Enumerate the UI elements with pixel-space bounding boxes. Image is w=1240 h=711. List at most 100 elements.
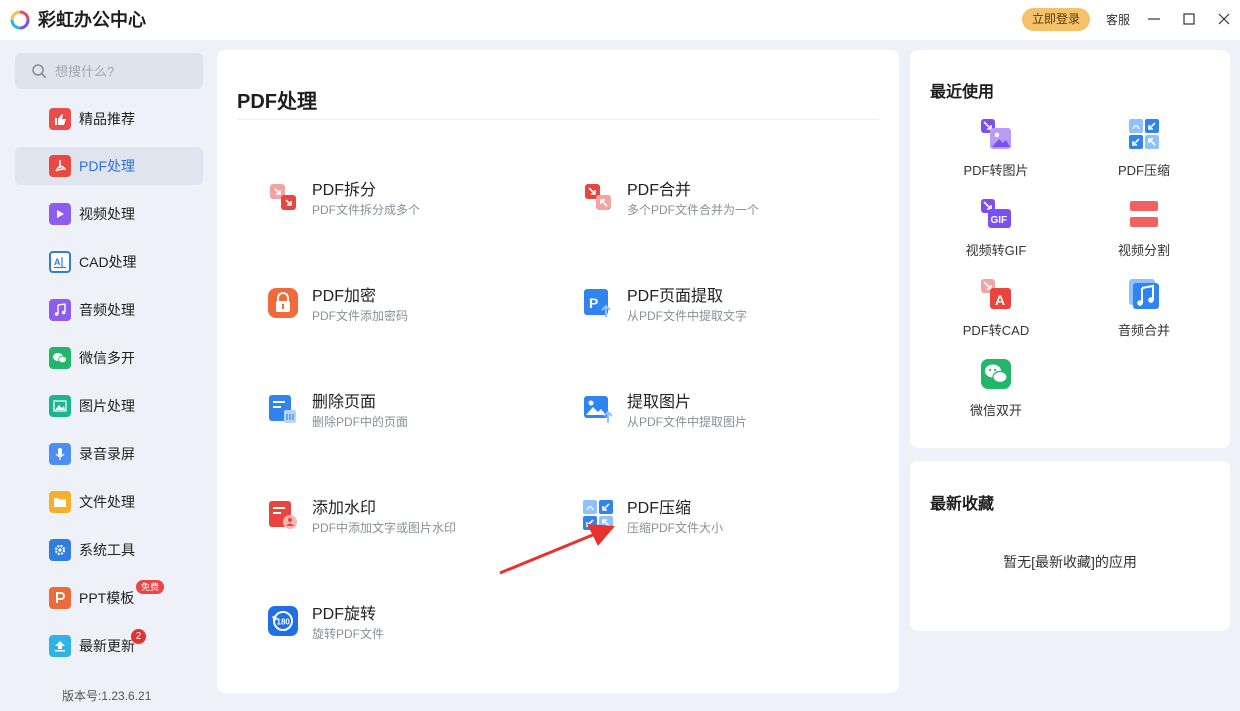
tool-pdf-merge[interactable]: PDF合并 多个PDF文件合并为一个	[582, 176, 872, 226]
watermark-icon	[269, 501, 297, 529]
tool-desc: 从PDF文件中提取文字	[627, 309, 748, 323]
close-icon[interactable]	[1215, 10, 1233, 28]
tool-name: PDF压缩	[627, 500, 692, 517]
tool-extract-image[interactable]: 提取图片 从PDF文件中提取图片	[582, 388, 872, 438]
pdf-to-image-icon	[981, 119, 1011, 149]
free-badge: 免费	[136, 580, 165, 594]
delete-page-icon	[269, 395, 296, 423]
tool-desc: PDF文件添加密码	[312, 309, 409, 323]
wechat-icon	[981, 359, 1011, 389]
sidebar-item-recording[interactable]: 录音录屏	[15, 435, 203, 473]
tool-name: 删除页面	[312, 394, 377, 411]
tool-pdf-split[interactable]: PDF拆分 PDF文件拆分成多个	[267, 176, 557, 226]
music-icon	[49, 299, 71, 321]
upload-icon	[49, 635, 71, 657]
favorites-empty-text: 暂无[最新收藏]的应用	[1003, 554, 1137, 570]
recent-item-audio-merge[interactable]: 音频合并	[1084, 278, 1204, 340]
sidebar-item-label: 视频处理	[79, 206, 135, 222]
recent-panel: 最近使用 PDF转图片 PDF压缩 GIF 视频转GIF 视频分割 A PDF转…	[910, 50, 1230, 448]
red-arrow-annotation	[499, 524, 615, 575]
sidebar-item-label: 微信多开	[79, 350, 135, 366]
sidebar-item-label: 文件处理	[79, 494, 135, 510]
compress-icon	[1129, 119, 1159, 149]
tool-delete-page[interactable]: 删除页面 删除PDF中的页面	[267, 388, 557, 438]
tool-desc: 旋转PDF文件	[312, 627, 385, 641]
sidebar-item-updates[interactable]: 最新更新 2	[15, 627, 203, 665]
tool-name: PDF页面提取	[627, 288, 724, 305]
tool-name: PDF拆分	[312, 182, 377, 199]
recent-item-label: 视频转GIF	[965, 243, 1027, 258]
recent-item-label: 音频合并	[1117, 323, 1170, 338]
recent-item-wechat-dual[interactable]: 微信双开	[936, 358, 1056, 420]
maximize-icon[interactable]	[1180, 10, 1198, 28]
sidebar-item-recommended[interactable]: 精品推荐	[15, 100, 203, 138]
page-title: PDF处理	[237, 91, 317, 113]
sidebar-item-video[interactable]: 视频处理	[15, 195, 203, 233]
tool-name: PDF合并	[627, 182, 692, 199]
thumbs-up-icon	[49, 108, 71, 130]
customer-service-link[interactable]: 客服	[1106, 11, 1130, 28]
sidebar-item-audio[interactable]: 音频处理	[15, 291, 203, 329]
tool-pdf-page-extract[interactable]: P PDF页面提取 从PDF文件中提取文字	[582, 282, 872, 332]
sidebar-item-label: CAD处理	[79, 254, 137, 270]
sidebar-item-image[interactable]: 图片处理	[15, 387, 203, 425]
recent-item-pdf-compress[interactable]: PDF压缩	[1084, 118, 1204, 180]
tool-name: 提取图片	[627, 394, 692, 411]
image-icon	[49, 395, 71, 417]
search-input[interactable]	[55, 63, 195, 79]
sidebar-item-label: PPT模板	[79, 590, 135, 606]
svg-text:A: A	[54, 257, 61, 267]
page-extract-icon: P	[584, 289, 611, 317]
favorites-panel: 最新收藏 暂无[最新收藏]的应用	[910, 461, 1230, 631]
pdf-split-icon	[270, 184, 296, 210]
music-icon	[1129, 279, 1159, 309]
tool-name: PDF加密	[312, 288, 377, 305]
favorites-title: 最新收藏	[930, 496, 995, 513]
sidebar: 精品推荐 PDF处理 视频处理 A CAD处理 音频处理 微信多开 图片处理	[0, 40, 214, 711]
sidebar-item-system-tools[interactable]: 系统工具	[15, 531, 203, 569]
sidebar-item-wechat[interactable]: 微信多开	[15, 339, 203, 377]
rainbow-logo-icon	[10, 10, 30, 30]
login-button[interactable]: 立即登录	[1022, 8, 1090, 31]
sidebar-item-label: 图片处理	[79, 398, 135, 414]
search-box[interactable]	[15, 53, 203, 89]
gif-icon: GIF	[981, 199, 1011, 228]
sidebar-item-label: 精品推荐	[79, 111, 135, 127]
recent-item-video-to-gif[interactable]: GIF 视频转GIF	[936, 198, 1056, 260]
pdf-icon	[49, 155, 71, 177]
microphone-icon	[49, 443, 71, 465]
wechat-icon	[49, 347, 71, 369]
main-panel: PDF处理 PDF拆分 PDF文件拆分成多个 PDF合并 多个PDF文件合并为一…	[217, 50, 899, 693]
svg-text:P: P	[589, 295, 598, 311]
sidebar-item-label: 音频处理	[79, 302, 135, 318]
extract-image-icon	[584, 396, 613, 423]
pdf-to-cad-icon: A	[981, 279, 1011, 309]
ppt-icon	[49, 587, 71, 609]
sidebar-item-pdf[interactable]: PDF处理	[15, 147, 203, 185]
recent-item-video-split[interactable]: 视频分割	[1084, 198, 1204, 260]
svg-text:180: 180	[277, 618, 291, 627]
recent-item-pdf-to-cad[interactable]: A PDF转CAD	[936, 278, 1056, 340]
tool-desc: 压缩PDF文件大小	[627, 521, 724, 535]
minimize-icon[interactable]	[1145, 10, 1163, 28]
tool-pdf-compress[interactable]: PDF压缩 压缩PDF文件大小	[582, 494, 872, 544]
sidebar-item-ppt[interactable]: PPT模板 免费	[15, 579, 203, 617]
sidebar-item-file[interactable]: 文件处理	[15, 483, 203, 521]
rotate-icon: 180	[268, 606, 298, 636]
title-bar: 彩虹办公中心 立即登录 客服	[0, 0, 1240, 40]
sidebar-item-label: 录音录屏	[79, 446, 135, 462]
recent-item-label: 视频分割	[1117, 243, 1170, 258]
recent-title: 最近使用	[930, 84, 995, 101]
recent-item-label: 微信双开	[969, 403, 1022, 418]
sidebar-item-cad[interactable]: A CAD处理	[15, 243, 203, 281]
cad-icon: A	[49, 251, 71, 273]
gear-icon	[49, 539, 71, 561]
search-icon	[32, 64, 47, 79]
tool-pdf-rotate[interactable]: 180 PDF旋转 旋转PDF文件	[267, 600, 557, 650]
tool-desc: PDF中添加文字或图片水印	[312, 521, 457, 535]
sidebar-item-label: PDF处理	[79, 158, 135, 174]
recent-item-pdf-to-image[interactable]: PDF转图片	[936, 118, 1056, 180]
tool-desc: PDF文件拆分成多个	[312, 203, 421, 217]
tool-pdf-encrypt[interactable]: PDF加密 PDF文件添加密码	[267, 282, 557, 332]
recent-item-label: PDF转图片	[963, 163, 1029, 178]
